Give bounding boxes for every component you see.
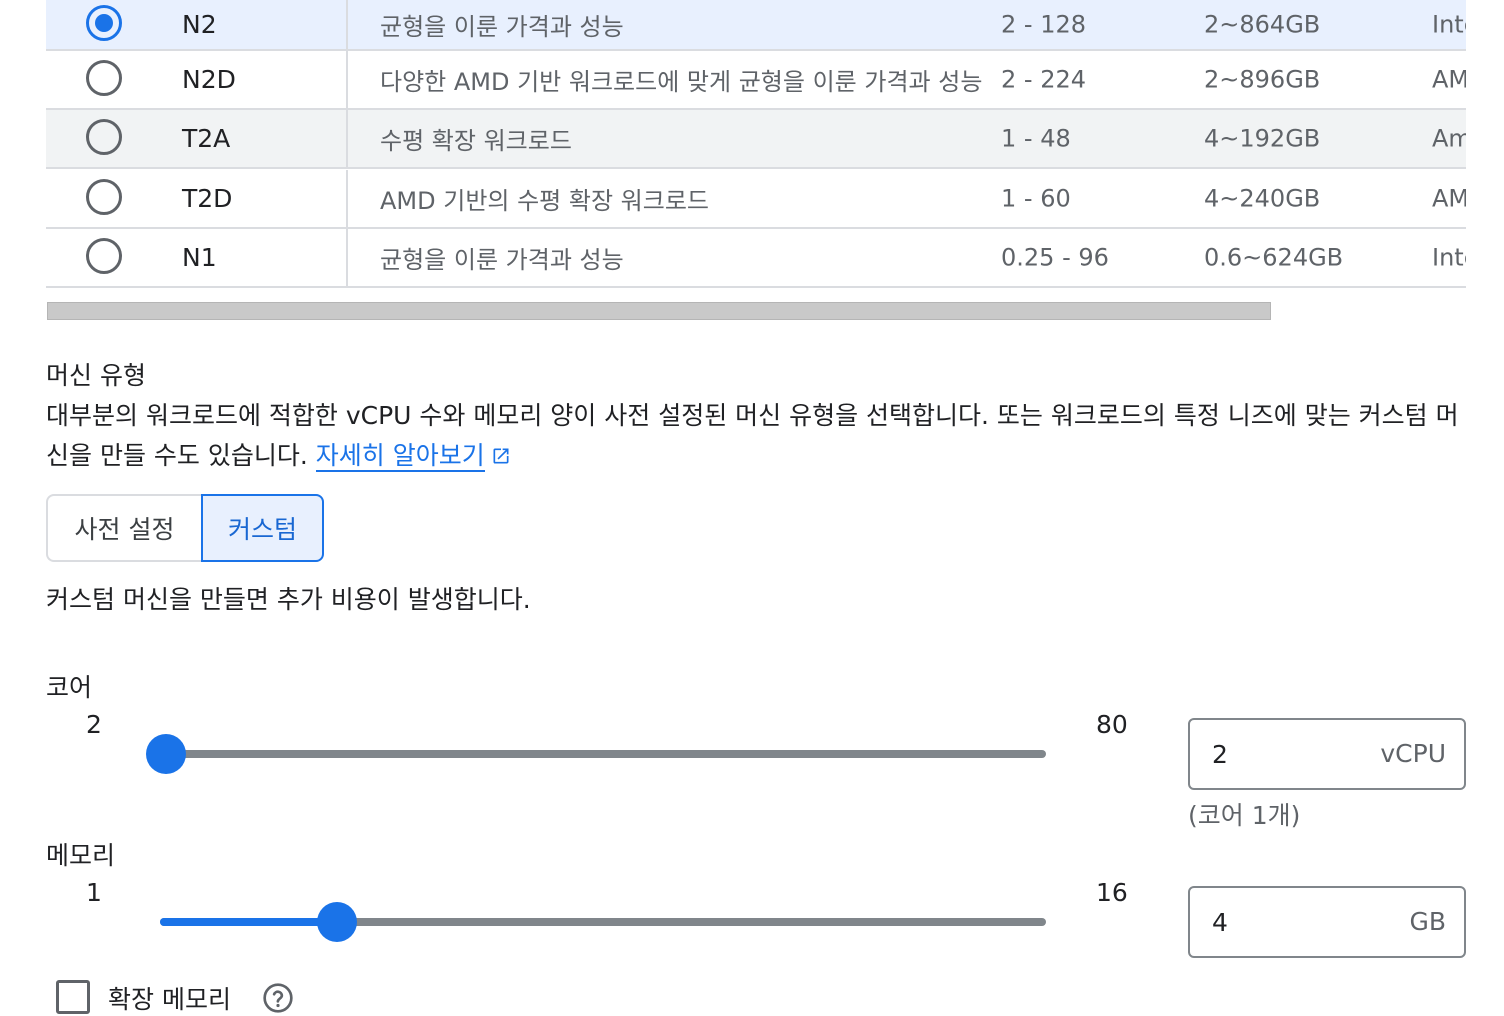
machine-type-description: 대부분의 워크로드에 적합한 vCPU 수와 메모리 양이 사전 설정된 머신 … (46, 396, 1466, 476)
series-vcpus: 2 - 128 (1001, 9, 1086, 38)
radio-n2[interactable] (86, 4, 122, 41)
series-memory: 2~896GB (1204, 64, 1321, 93)
machine-type-toggle: 사전 설정 커스텀 (46, 494, 324, 562)
cores-min-label: 2 (86, 710, 102, 739)
radio-t2d[interactable] (86, 178, 122, 215)
memory-max-label: 16 (1096, 878, 1128, 907)
machine-series-table: N2 균형을 이룬 가격과 성능 2 - 128 2~864GB Inte N2… (46, 0, 1466, 290)
series-platform: Am (1432, 123, 1466, 152)
series-name: T2A (182, 123, 231, 153)
radio-n1[interactable] (86, 237, 122, 274)
series-description: 균형을 이룬 가격과 성능 (380, 12, 624, 41)
series-description: AMD 기반의 수평 확장 워크로드 (380, 186, 710, 215)
series-memory: 2~864GB (1204, 9, 1321, 38)
series-vcpus: 2 - 224 (1001, 64, 1086, 93)
radio-t2a[interactable] (86, 118, 122, 155)
cores-label: 코어 (46, 673, 93, 702)
series-vcpus: 1 - 60 (1001, 183, 1071, 212)
cores-slider-thumb[interactable] (146, 734, 186, 774)
series-description: 다양한 AMD 기반 워크로드에 맞게 균형을 이룬 가격과 성능 (380, 67, 983, 96)
extended-memory-label: 확장 메모리 (108, 985, 231, 1014)
memory-input[interactable] (1212, 888, 1362, 956)
column-divider (346, 51, 348, 108)
column-divider (346, 170, 348, 227)
horizontal-scrollbar[interactable] (47, 302, 1271, 320)
cores-input-box: vCPU (1188, 718, 1466, 790)
help-circle-icon[interactable] (262, 982, 294, 1014)
series-name: T2D (182, 183, 233, 213)
machine-type-title: 머신 유형 (46, 361, 146, 390)
column-divider (346, 110, 348, 167)
table-row-n1[interactable]: N1 균형을 이룬 가격과 성능 0.25 - 96 0.6~624GB Int… (46, 229, 1466, 288)
series-vcpus: 0.25 - 96 (1001, 242, 1109, 271)
memory-label: 메모리 (46, 841, 116, 870)
table-row-n2[interactable]: N2 균형을 이룬 가격과 성능 2 - 128 2~864GB Inte (46, 0, 1466, 51)
machine-type-description-text: 대부분의 워크로드에 적합한 vCPU 수와 메모리 양이 사전 설정된 머신 … (46, 401, 1459, 470)
memory-input-box: GB (1188, 886, 1466, 958)
series-memory: 4~240GB (1204, 183, 1321, 212)
cores-input[interactable] (1212, 720, 1362, 788)
table-row-t2d[interactable]: T2D AMD 기반의 수평 확장 워크로드 1 - 60 4~240GB AM (46, 170, 1466, 229)
radio-n2d[interactable] (86, 59, 122, 96)
memory-slider-thumb[interactable] (317, 902, 358, 942)
memory-slider-fill (160, 918, 338, 926)
column-divider (346, 0, 348, 49)
extended-memory-checkbox[interactable] (56, 980, 90, 1014)
external-link-icon[interactable] (491, 446, 511, 466)
table-row-n2d[interactable]: N2D 다양한 AMD 기반 워크로드에 맞게 균형을 이룬 가격과 성능 2 … (46, 51, 1466, 110)
table-row-t2a[interactable]: T2A 수평 확장 워크로드 1 - 48 4~192GB Am (46, 110, 1466, 169)
preset-toggle-button[interactable]: 사전 설정 (46, 494, 201, 562)
learn-more-link[interactable]: 자세히 알아보기 (315, 441, 485, 472)
series-description: 수평 확장 워크로드 (380, 126, 572, 155)
cores-unit: vCPU (1380, 738, 1446, 768)
series-platform: Inte (1432, 242, 1466, 271)
cores-slider-track[interactable] (166, 750, 1046, 758)
series-platform: AM (1432, 64, 1466, 93)
series-platform: Inte (1432, 9, 1466, 38)
memory-min-label: 1 (86, 878, 102, 907)
series-name: N1 (182, 242, 217, 272)
series-name: N2D (182, 64, 236, 94)
series-memory: 4~192GB (1204, 123, 1321, 152)
cores-max-label: 80 (1096, 710, 1128, 739)
memory-unit: GB (1409, 906, 1446, 936)
series-platform: AM (1432, 183, 1466, 212)
series-memory: 0.6~624GB (1204, 242, 1344, 271)
cores-hint: (코어 1개) (1188, 801, 1301, 830)
custom-cost-note: 커스텀 머신을 만들면 추가 비용이 발생합니다. (46, 585, 531, 614)
series-description: 균형을 이룬 가격과 성능 (380, 245, 624, 274)
series-name: N2 (182, 9, 217, 39)
custom-toggle-button[interactable]: 커스텀 (201, 494, 324, 562)
column-divider (346, 229, 348, 286)
series-vcpus: 1 - 48 (1001, 123, 1071, 152)
